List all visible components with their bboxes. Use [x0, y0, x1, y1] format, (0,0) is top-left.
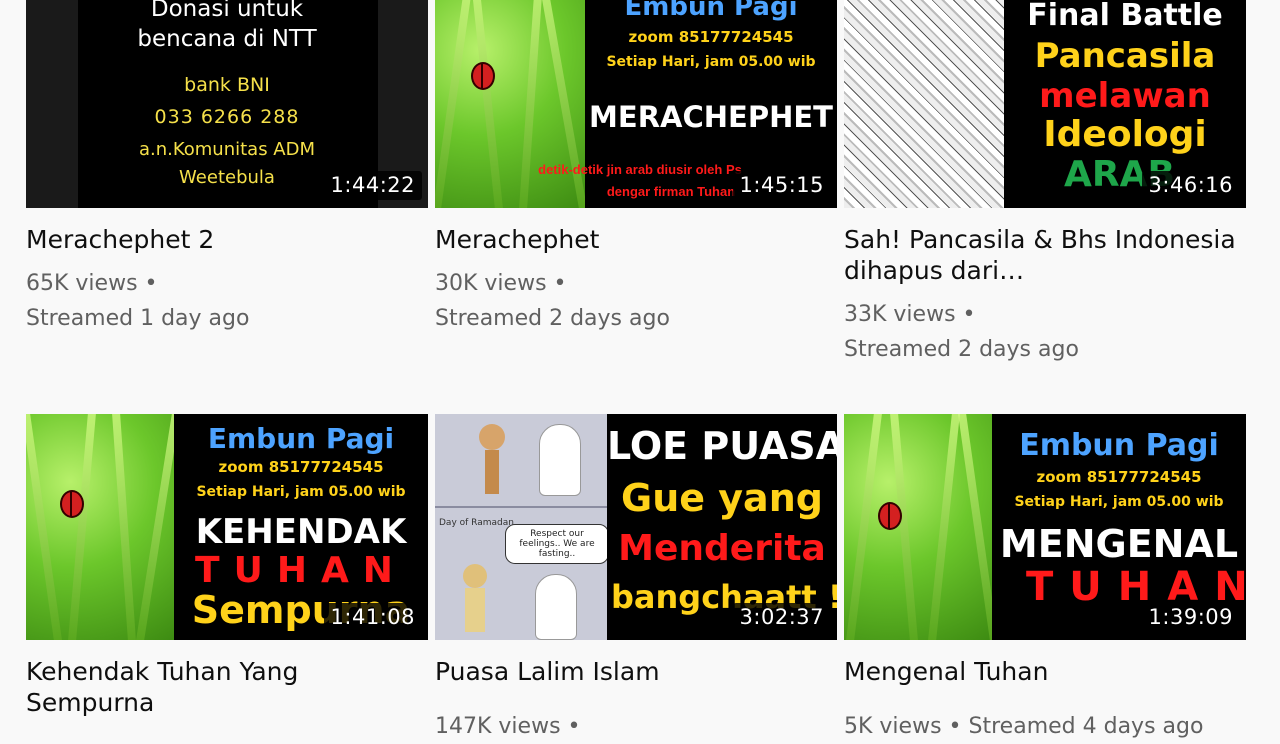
thumb-text: Donasi untuk [150, 0, 304, 22]
view-count: 30K views [435, 271, 547, 296]
video-title[interactable]: Mengenal Tuhan [844, 656, 1246, 687]
thumb-text: MERACHEPHET [589, 100, 833, 134]
separator-dot: • [553, 271, 567, 296]
separator-dot: • [144, 271, 158, 296]
thumb-text: zoom 85177724545 [628, 28, 794, 46]
ladybug-icon [60, 490, 84, 518]
speech-bubble: Respect our feelings.. We are fasting.. [505, 524, 609, 564]
video-card[interactable]: Embun Pagi zoom 85177724545 Setiap Hari,… [844, 414, 1246, 744]
video-card[interactable]: Embun Pagi zoom 85177724545 Setiap Hari,… [26, 414, 428, 718]
thumb-text: LOE PUASA [607, 424, 837, 468]
thumb-text: Setiap Hari, jam 05.00 wib [196, 484, 406, 500]
cartoon-image: Day of Ramadan Respect our feelings.. We… [435, 414, 609, 640]
video-thumbnail[interactable]: Final Battle Pancasila melawan Ideologi … [844, 0, 1246, 208]
thumb-text: KEHENDAK [195, 512, 407, 552]
thumb-text: Embun Pagi [1019, 428, 1219, 463]
thumb-text: Embun Pagi [207, 422, 395, 455]
duration-badge: 1:45:15 [732, 171, 831, 200]
video-title[interactable]: Sah! Pancasila & Bhs Indonesia dihapus d… [844, 224, 1246, 286]
duration-badge: 3:46:16 [1141, 171, 1240, 200]
duration-badge: 1:39:09 [1141, 603, 1240, 632]
thumb-text: Day of Ramadan [439, 518, 514, 528]
video-thumbnail[interactable]: Embun Pagi zoom 85177724545 Setiap Hari,… [26, 414, 428, 640]
thumb-text: bank BNI [184, 74, 270, 96]
duration-badge: 3:02:37 [732, 603, 831, 632]
comic-image [844, 0, 1004, 208]
video-meta: 5K views • Streamed 4 days ago [844, 709, 1246, 744]
video-meta: 33K views • Streamed 2 days ago [844, 297, 1246, 367]
thumb-text: 033 6266 288 [154, 106, 300, 128]
video-meta: 65K views • Streamed 1 day ago [26, 266, 428, 336]
thumb-text: a.n.Komunitas ADM [138, 139, 316, 160]
grass-image [26, 414, 182, 640]
duration-badge: 1:44:22 [323, 171, 422, 200]
grass-image [844, 414, 1000, 640]
separator-dot: • [948, 714, 962, 739]
video-card[interactable]: Donasi untuk bencana di NTT bank BNI 033… [26, 0, 428, 336]
thumb-text: zoom 85177724545 [218, 458, 384, 476]
thumb-text: melawan [1039, 76, 1211, 116]
video-card[interactable]: Day of Ramadan Respect our feelings.. We… [435, 414, 837, 744]
stream-time: Streamed 2 days ago [435, 306, 670, 331]
view-count: 65K views [26, 271, 138, 296]
thumb-text: Pancasila [1034, 36, 1216, 76]
thumb-text: Setiap Hari, jam 05.00 wib [1014, 494, 1224, 510]
stream-time: Streamed 2 days ago [844, 337, 1079, 362]
duration-badge: 1:41:08 [323, 603, 422, 632]
video-title[interactable]: Merachephet 2 [26, 224, 428, 255]
thumb-text: bencana di NTT [137, 26, 317, 52]
stream-time: Streamed 1 day ago [26, 306, 250, 331]
video-card[interactable]: Embun Pagi zoom 85177724545 Setiap Hari,… [435, 0, 837, 336]
ladybug-icon [471, 62, 495, 90]
ladybug-icon [878, 502, 902, 530]
thumb-text: Ideologi [1043, 114, 1207, 155]
video-card[interactable]: Final Battle Pancasila melawan Ideologi … [844, 0, 1246, 367]
thumb-text: Menderita [618, 528, 826, 569]
video-thumbnail[interactable]: Day of Ramadan Respect our feelings.. We… [435, 414, 837, 640]
view-count: 5K views [844, 714, 942, 739]
stream-time: Streamed 4 days ago [968, 714, 1204, 739]
video-meta: 147K views • [435, 709, 837, 744]
thumb-text: Embun Pagi [624, 0, 798, 22]
thumb-text: Final Battle [1027, 0, 1223, 33]
video-meta: 30K views • Streamed 2 days ago [435, 266, 837, 336]
video-thumbnail[interactable]: Embun Pagi zoom 85177724545 Setiap Hari,… [435, 0, 837, 208]
thumb-text: TUHAN [195, 550, 407, 591]
video-thumbnail[interactable]: Embun Pagi zoom 85177724545 Setiap Hari,… [844, 414, 1246, 640]
video-title[interactable]: Puasa Lalim Islam [435, 656, 837, 687]
video-thumbnail[interactable]: Donasi untuk bencana di NTT bank BNI 033… [26, 0, 428, 208]
separator-dot: • [567, 714, 581, 739]
video-title[interactable]: Merachephet [435, 224, 837, 255]
separator-dot: • [962, 302, 976, 327]
thumb-text: MENGENAL [999, 522, 1239, 566]
video-title[interactable]: Kehendak Tuhan Yang Sempurna [26, 656, 428, 718]
view-count: 147K views [435, 714, 561, 739]
thumb-text: zoom 85177724545 [1036, 468, 1202, 486]
thumb-text: Gue yang [621, 476, 823, 520]
view-count: 33K views [844, 302, 956, 327]
thumb-text: Setiap Hari, jam 05.00 wib [606, 54, 816, 70]
